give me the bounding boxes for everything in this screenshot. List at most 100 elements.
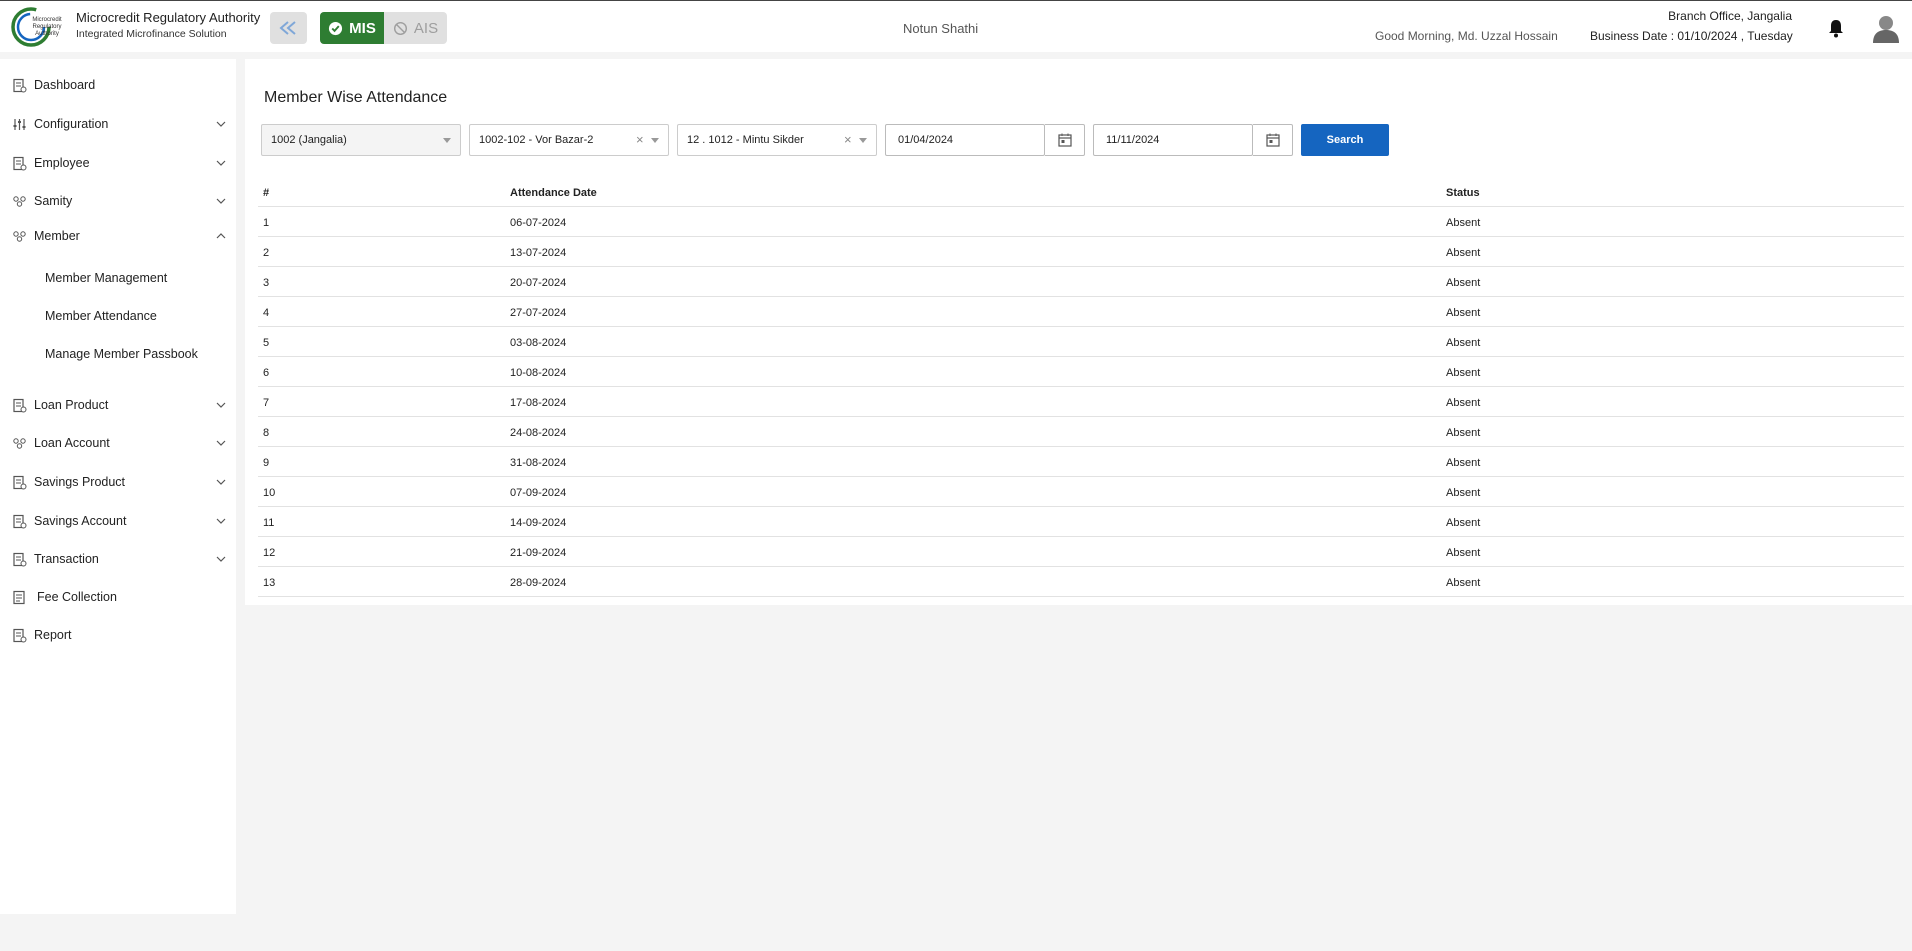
to-date-input[interactable]: 11/11/2024 <box>1093 124 1253 156</box>
sidebar-item-savings-product[interactable]: Savings Product <box>0 467 236 497</box>
sidebar-subitem-member-attendance[interactable]: Member Attendance <box>45 309 157 323</box>
group-icon <box>13 195 26 207</box>
cell-index: 11 <box>263 517 275 529</box>
page-title: Member Wise Attendance <box>264 89 448 106</box>
chevron-down-icon <box>216 556 226 562</box>
cell-status: Absent <box>1446 427 1481 439</box>
table-row: 6 10-08-2024 Absent <box>258 357 1904 387</box>
sidebar-item-employee[interactable]: Employee <box>0 148 236 178</box>
cell-status: Absent <box>1446 517 1481 529</box>
samity-select[interactable]: 1002-102 - Vor Bazar-2 × <box>469 124 669 156</box>
sidebar-item-loan-account[interactable]: Loan Account <box>0 428 236 458</box>
samity-select-value: 1002-102 - Vor Bazar-2 <box>479 134 594 146</box>
table-row: 8 24-08-2024 Absent <box>258 417 1904 447</box>
calendar-icon <box>1057 133 1072 147</box>
cell-index: 13 <box>263 577 276 589</box>
app-header: Microcredit Regulatory Authority Microcr… <box>0 0 1912 52</box>
table-row: 4 27-07-2024 Absent <box>258 297 1904 327</box>
cell-date: 27-07-2024 <box>510 307 567 319</box>
sidebar-item-savings-account[interactable]: Savings Account <box>0 506 236 536</box>
cell-status: Absent <box>1446 247 1481 259</box>
member-select[interactable]: 12 . 1012 - Mintu Sikder × <box>677 124 877 156</box>
sidebar: Dashboard Configuration Employee Samity … <box>0 59 236 914</box>
table-row: 2 13-07-2024 Absent <box>258 237 1904 267</box>
table-row: 10 07-09-2024 Absent <box>258 477 1904 507</box>
mis-label: MIS <box>349 19 376 37</box>
attendance-table: # Attendance Date Status 1 06-07-2024 Abse… <box>258 177 1904 597</box>
document-icon <box>13 514 27 528</box>
search-button[interactable]: Search <box>1301 124 1389 156</box>
sidebar-item-label: Samity <box>34 194 73 208</box>
to-date-calendar-button[interactable] <box>1253 124 1293 156</box>
sidebar-item-label: Fee Collection <box>37 590 117 604</box>
brand-title: Microcredit Regulatory Authority <box>76 10 261 25</box>
cell-date: 28-09-2024 <box>510 577 567 589</box>
chevron-down-icon <box>216 479 226 485</box>
cell-status: Absent <box>1446 217 1481 229</box>
branch-select-value: 1002 (Jangalia) <box>271 134 347 146</box>
mode-toggle: MIS AIS <box>320 12 447 44</box>
chevron-down-icon <box>216 198 226 204</box>
from-date-input[interactable]: 01/04/2024 <box>885 124 1045 156</box>
sidebar-item-label: Employee <box>34 156 90 170</box>
main-content: Member Wise Attendance 1002 (Jangalia) 1… <box>245 59 1912 605</box>
sidebar-item-report[interactable]: Report <box>0 620 236 650</box>
sidebar-item-member[interactable]: Member <box>0 221 236 251</box>
clear-member-icon[interactable]: × <box>844 132 852 147</box>
user-avatar-icon[interactable] <box>1871 13 1901 43</box>
cell-index: 2 <box>263 247 270 259</box>
table-row: 5 03-08-2024 Absent <box>258 327 1904 357</box>
user-greeting: Good Morning, Md. Uzzal Hossain <box>1375 29 1558 43</box>
sidebar-collapse-button[interactable] <box>270 12 307 44</box>
cell-date: 14-09-2024 <box>510 517 567 529</box>
sidebar-item-transaction[interactable]: Transaction <box>0 544 236 574</box>
clear-samity-icon[interactable]: × <box>636 132 644 147</box>
table-row: 7 17-08-2024 Absent <box>258 387 1904 417</box>
block-icon <box>393 21 407 35</box>
cell-date: 13-07-2024 <box>510 247 567 259</box>
cell-index: 4 <box>263 307 270 319</box>
ais-mode-button[interactable]: AIS <box>384 12 447 44</box>
cell-index: 12 <box>263 547 276 559</box>
table-row: 11 14-09-2024 Absent <box>258 507 1904 537</box>
sidebar-item-label: Loan Product <box>34 398 109 412</box>
document-icon <box>13 552 27 566</box>
sidebar-item-samity[interactable]: Samity <box>0 186 236 216</box>
logo-text: Microcredit Regulatory Authority <box>32 17 62 37</box>
cell-status: Absent <box>1446 397 1481 409</box>
cell-index: 8 <box>263 427 270 439</box>
business-date: Business Date : 01/10/2024 , Tuesday <box>1590 29 1793 43</box>
cell-date: 20-07-2024 <box>510 277 567 289</box>
branch-select[interactable]: 1002 (Jangalia) <box>261 124 461 156</box>
column-header-attendance-date: Attendance Date <box>510 187 597 199</box>
group-icon <box>13 230 26 242</box>
sidebar-item-label: Report <box>34 628 72 642</box>
notification-bell-icon[interactable] <box>1827 18 1845 38</box>
check-circle-icon <box>329 21 343 35</box>
sidebar-item-label: Savings Account <box>34 514 127 528</box>
sidebar-subitem-manage-member-passbook[interactable]: Manage Member Passbook <box>45 347 198 361</box>
cell-status: Absent <box>1446 487 1481 499</box>
mis-mode-button[interactable]: MIS <box>320 12 384 44</box>
cell-index: 9 <box>263 457 270 469</box>
from-date-calendar-button[interactable] <box>1045 124 1085 156</box>
table-header-row: # Attendance Date Status <box>258 177 1904 207</box>
sidebar-item-dashboard[interactable]: Dashboard <box>0 70 236 100</box>
cell-date: 21-09-2024 <box>510 547 567 559</box>
sidebar-item-fee-collection[interactable]: Fee Collection <box>0 582 236 612</box>
cell-index: 5 <box>263 337 270 349</box>
organization-name: Notun Shathi <box>903 21 979 36</box>
sidebar-item-label: Member <box>34 229 80 243</box>
document-icon <box>13 475 27 489</box>
cell-date: 17-08-2024 <box>510 397 567 409</box>
sidebar-item-configuration[interactable]: Configuration <box>0 109 236 139</box>
group-icon <box>13 437 26 449</box>
sidebar-item-loan-product[interactable]: Loan Product <box>0 390 236 420</box>
caret-down-icon <box>859 138 867 143</box>
cell-status: Absent <box>1446 547 1481 559</box>
sidebar-subitem-member-management[interactable]: Member Management <box>45 271 167 285</box>
chevron-down-icon <box>216 402 226 408</box>
chevron-down-icon <box>216 160 226 166</box>
chevron-down-icon <box>216 121 226 127</box>
caret-down-icon <box>443 138 451 143</box>
